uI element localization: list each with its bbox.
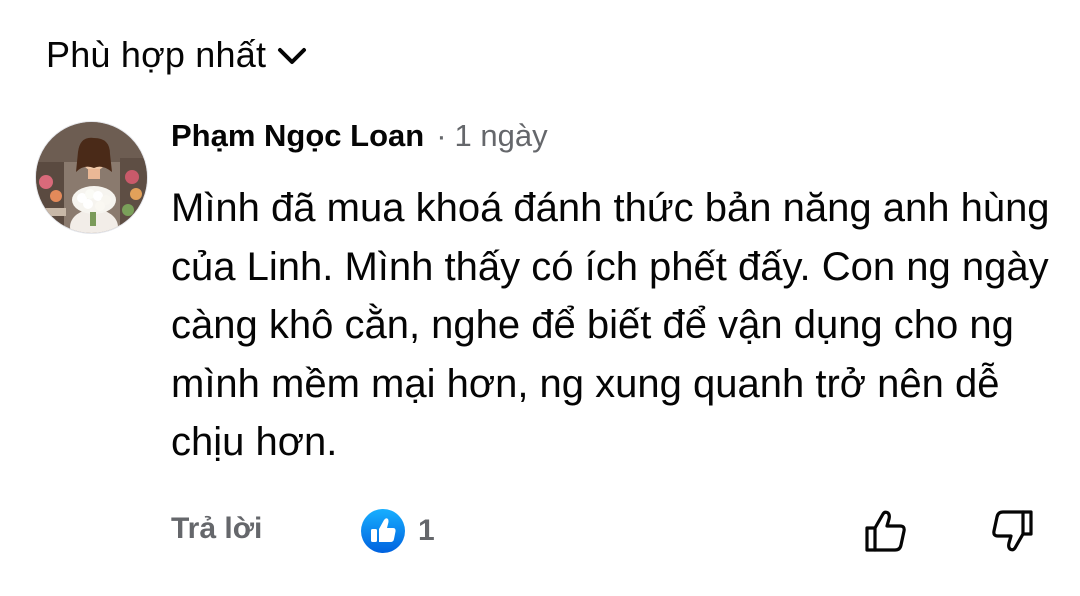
reaction-summary[interactable]: 1 <box>360 506 435 556</box>
comment-timestamp: 1 ngày <box>454 118 548 153</box>
comment-meta: Phạm Ngọc Loan · 1 ngày <box>171 118 1051 166</box>
reaction-count: 1 <box>418 514 435 547</box>
sort-label: Phù hợp nhất <box>46 34 267 75</box>
thumbs-down-icon <box>992 510 1033 552</box>
dislike-button[interactable] <box>989 508 1035 554</box>
avatar[interactable] <box>36 122 147 233</box>
comment-author[interactable]: Phạm Ngọc Loan <box>171 118 424 154</box>
like-reaction-icon <box>361 509 405 553</box>
chevron-down-icon <box>276 44 308 68</box>
comment: Phạm Ngọc Loan · 1 ngày Mình đã mua khoá… <box>171 118 1051 472</box>
reply-button[interactable]: Trả lời <box>171 512 262 546</box>
avatar-image <box>36 122 147 233</box>
comment-text: Mình đã mua khoá đánh thức bản năng anh … <box>171 186 1050 464</box>
like-button[interactable] <box>863 508 909 554</box>
comment-actions: Trả lời 1 <box>171 506 1041 556</box>
meta-separator: · <box>436 118 447 153</box>
sort-dropdown[interactable]: Phù hợp nhất <box>46 30 308 80</box>
thumbs-up-icon <box>865 510 906 552</box>
